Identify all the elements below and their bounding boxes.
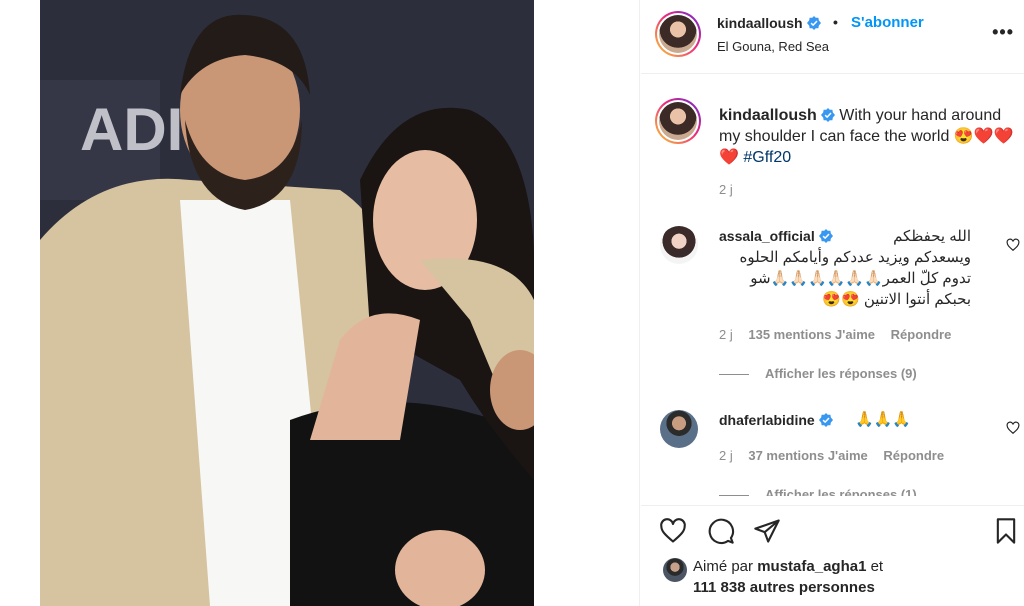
hashtag-link[interactable]: #Gff20 bbox=[743, 149, 791, 166]
share-icon[interactable] bbox=[753, 517, 781, 545]
view-replies-label: Afficher les réponses (1) bbox=[765, 487, 917, 502]
comment-line: الله يحفظكم bbox=[893, 228, 971, 245]
comment-username-link[interactable]: dhaferlabidine bbox=[719, 412, 833, 429]
post-details-panel: kindaalloush • S'abonner El Gouna, Red S… bbox=[641, 0, 1024, 606]
likes-summary: Aimé par mustafa_agha1 et 111 838 autres… bbox=[693, 556, 883, 598]
post-caption: kindaalloush With your hand around my sh… bbox=[719, 105, 1015, 168]
comment-like-heart-icon[interactable] bbox=[1006, 238, 1020, 252]
comment-line: تدوم كلّ العمر🙏🏻🙏🏻🙏🏻🙏🏻🙏🏻🙏🏻شو bbox=[750, 270, 971, 287]
comment-username[interactable]: dhaferlabidine bbox=[719, 412, 815, 428]
replies-divider bbox=[719, 374, 749, 376]
liked-by-prefix: Aimé par bbox=[693, 558, 754, 575]
view-replies-button[interactable]: Afficher les réponses (1) bbox=[719, 487, 917, 502]
verified-badge-icon bbox=[806, 16, 821, 30]
comment-timestamp[interactable]: 2 j bbox=[719, 448, 733, 463]
comment-line: بحبكم أنتوا الاتنين 😍😍 bbox=[822, 291, 971, 308]
verified-badge-icon bbox=[818, 413, 833, 427]
comment-likes-count[interactable]: 135 mentions J'aime bbox=[748, 327, 875, 342]
author-username[interactable]: kindaalloush bbox=[717, 15, 803, 31]
comment-meta: 2 j 135 mentions J'aime Répondre bbox=[719, 327, 963, 342]
heart-icon[interactable] bbox=[659, 517, 687, 545]
post-actions-bar: Aimé par mustafa_agha1 et 111 838 autres… bbox=[641, 505, 1024, 606]
header-separator: • bbox=[833, 14, 838, 30]
view-replies-label: Afficher les réponses (9) bbox=[765, 366, 917, 381]
post-header: kindaalloush • S'abonner El Gouna, Red S… bbox=[641, 0, 1024, 74]
post-photo[interactable]: ADI bbox=[40, 0, 534, 606]
comment-text: الله يحفظكم ويسعدكم ويزيد عددكم وأيامكم … bbox=[719, 226, 971, 310]
comment-timestamp[interactable]: 2 j bbox=[719, 327, 733, 342]
photo-illustration: ADI bbox=[40, 0, 534, 606]
svg-text:ADI: ADI bbox=[80, 96, 183, 163]
location-link[interactable]: El Gouna, Red Sea bbox=[717, 39, 829, 54]
liked-by-and: et bbox=[870, 558, 884, 575]
reply-button[interactable]: Répondre bbox=[883, 448, 944, 463]
post-media: ADI bbox=[0, 0, 640, 606]
comment-likes-count[interactable]: 37 mentions J'aime bbox=[748, 448, 867, 463]
comment-icon[interactable] bbox=[707, 517, 735, 545]
caption-author-username[interactable]: kindaalloush bbox=[719, 107, 817, 124]
author-username-link[interactable]: kindaalloush bbox=[717, 15, 821, 31]
view-replies-button[interactable]: Afficher les réponses (9) bbox=[719, 366, 917, 381]
replies-divider bbox=[719, 495, 749, 496]
liked-by-user-link[interactable]: mustafa_agha1 bbox=[757, 558, 866, 575]
caption-timestamp[interactable]: 2 j bbox=[719, 182, 733, 197]
liker-avatar[interactable] bbox=[663, 558, 687, 582]
author-avatar[interactable] bbox=[655, 11, 701, 57]
likes-others-link[interactable]: 111 838 autres personnes bbox=[693, 579, 875, 596]
comment-text: 🙏🙏🙏 bbox=[855, 411, 912, 428]
caption-author-avatar[interactable] bbox=[655, 98, 701, 144]
more-options-icon[interactable]: ••• bbox=[992, 22, 1014, 43]
comment-like-heart-icon[interactable] bbox=[1006, 421, 1020, 435]
comment-avatar[interactable] bbox=[660, 226, 698, 264]
comment-meta: 2 j 37 mentions J'aime Répondre bbox=[719, 448, 956, 463]
comment-avatar[interactable] bbox=[660, 410, 698, 448]
verified-badge-icon bbox=[820, 108, 835, 122]
comment-line: ويسعدكم ويزيد عددكم وأيامكم الحلوه bbox=[739, 249, 971, 266]
bookmark-icon[interactable] bbox=[992, 517, 1020, 545]
reply-button[interactable]: Répondre bbox=[891, 327, 952, 342]
follow-button[interactable]: S'abonner bbox=[851, 14, 924, 31]
